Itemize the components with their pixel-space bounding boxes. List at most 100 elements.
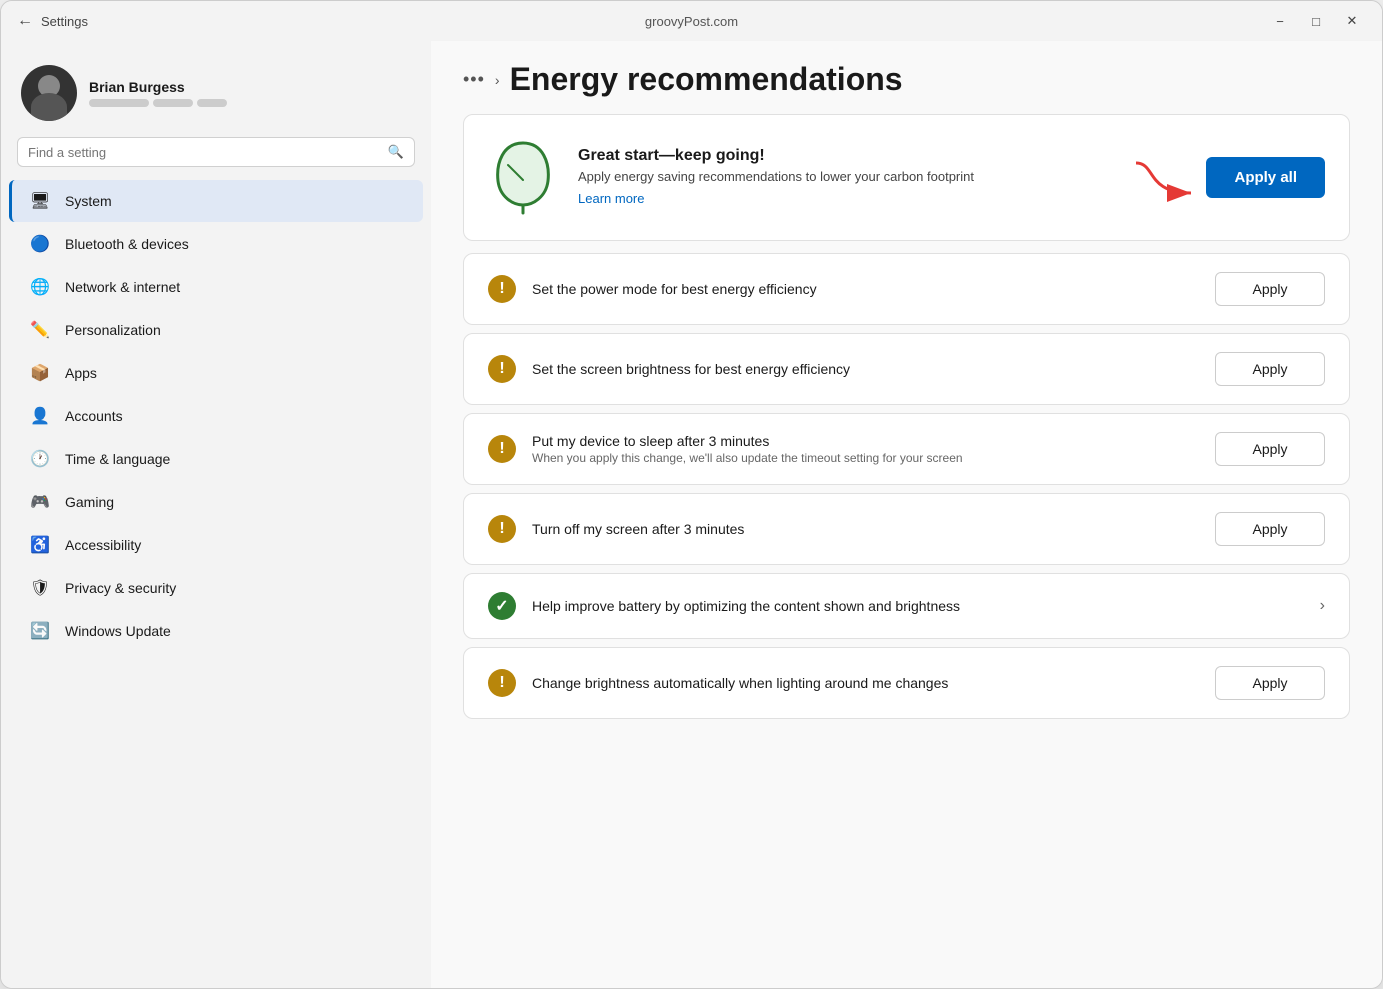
user-bar-3 xyxy=(197,99,227,107)
apply-all-container: Apply all xyxy=(1126,153,1325,203)
sidebar-item-accessibility-label: Accessibility xyxy=(65,537,141,553)
sidebar-item-personalization[interactable]: ✏️ Personalization xyxy=(9,309,423,351)
page-title: Energy recommendations xyxy=(510,61,903,98)
sidebar-item-network-label: Network & internet xyxy=(65,279,180,295)
rec-title-auto-brightness: Change brightness automatically when lig… xyxy=(532,675,1199,691)
rec-subtitle-sleep: When you apply this change, we'll also u… xyxy=(532,451,1199,465)
personalization-icon: ✏️ xyxy=(29,319,51,341)
rec-text-sleep: Put my device to sleep after 3 minutes W… xyxy=(532,433,1199,465)
user-name: Brian Burgess xyxy=(89,79,227,95)
network-icon: 🌐 xyxy=(29,276,51,298)
apply-button-screen-brightness[interactable]: Apply xyxy=(1215,352,1325,386)
energy-summary-card: Great start—keep going! Apply energy sav… xyxy=(463,114,1350,241)
minimize-button[interactable]: − xyxy=(1266,7,1294,35)
nav-list: 🖥 System 🔵 Bluetooth & devices 🌐 Network… xyxy=(1,179,431,653)
time-icon: 🕐 xyxy=(29,448,51,470)
sidebar-item-gaming[interactable]: 🎮 Gaming xyxy=(9,481,423,523)
warning-icon-screen-off: ! xyxy=(488,515,516,543)
search-icon: 🔍 xyxy=(388,144,404,160)
close-button[interactable]: ✕ xyxy=(1338,7,1366,35)
window-controls: − □ ✕ xyxy=(1266,7,1366,35)
avatar xyxy=(21,65,77,121)
warning-icon-auto-brightness: ! xyxy=(488,669,516,697)
breadcrumb-arrow: › xyxy=(495,72,500,88)
rec-row-sleep: ! Put my device to sleep after 3 minutes… xyxy=(463,413,1350,485)
bluetooth-icon: 🔵 xyxy=(29,233,51,255)
sidebar-item-time-label: Time & language xyxy=(65,451,170,467)
rec-row-screen-off: ! Turn off my screen after 3 minutes App… xyxy=(463,493,1350,565)
chevron-right-icon: › xyxy=(1320,597,1325,615)
rec-text-screen-off: Turn off my screen after 3 minutes xyxy=(532,521,1199,537)
rec-text-screen-brightness: Set the screen brightness for best energ… xyxy=(532,361,1199,377)
apply-button-sleep[interactable]: Apply xyxy=(1215,432,1325,466)
update-icon: 🔄 xyxy=(29,620,51,642)
sidebar-item-bluetooth[interactable]: 🔵 Bluetooth & devices xyxy=(9,223,423,265)
rec-row-auto-brightness: ! Change brightness automatically when l… xyxy=(463,647,1350,719)
maximize-button[interactable]: □ xyxy=(1302,7,1330,35)
rec-title-screen-brightness: Set the screen brightness for best energ… xyxy=(532,361,1199,377)
breadcrumb-dots: ••• xyxy=(463,69,485,90)
apply-button-power-mode[interactable]: Apply xyxy=(1215,272,1325,306)
rec-row-battery-optimize[interactable]: ✓ Help improve battery by optimizing the… xyxy=(463,573,1350,639)
sidebar-item-system-label: System xyxy=(65,193,112,209)
rec-text-auto-brightness: Change brightness automatically when lig… xyxy=(532,675,1199,691)
user-info: Brian Burgess xyxy=(89,79,227,107)
energy-card-description: Apply energy saving recommendations to l… xyxy=(578,169,1106,184)
user-bar-2 xyxy=(153,99,193,107)
rec-row-power-mode: ! Set the power mode for best energy eff… xyxy=(463,253,1350,325)
user-bar-1 xyxy=(89,99,149,107)
system-icon: 🖥 xyxy=(29,190,51,212)
search-input[interactable] xyxy=(28,145,380,160)
main-content: ••• › Energy recommendations xyxy=(431,41,1382,988)
sidebar-item-gaming-label: Gaming xyxy=(65,494,114,510)
sidebar-item-accounts-label: Accounts xyxy=(65,408,123,424)
sidebar-item-bluetooth-label: Bluetooth & devices xyxy=(65,236,189,252)
rec-title-battery-optimize: Help improve battery by optimizing the c… xyxy=(532,598,1304,614)
content-area: Brian Burgess 🔍 🖥 System xyxy=(1,41,1382,988)
energy-card-content: Great start—keep going! Apply energy sav… xyxy=(578,147,1106,208)
sidebar-item-update-label: Windows Update xyxy=(65,623,171,639)
privacy-icon: 🛡 xyxy=(29,577,51,599)
apply-button-screen-off[interactable]: Apply xyxy=(1215,512,1325,546)
window-title: groovyPost.com xyxy=(645,14,738,29)
rec-text-power-mode: Set the power mode for best energy effic… xyxy=(532,281,1199,297)
settings-window: ← Settings groovyPost.com − □ ✕ Brian Bu… xyxy=(0,0,1383,989)
back-button[interactable]: ← xyxy=(17,12,33,30)
sidebar-item-accounts[interactable]: 👤 Accounts xyxy=(9,395,423,437)
red-arrow-icon xyxy=(1126,153,1206,203)
main-scroll: Great start—keep going! Apply energy sav… xyxy=(431,114,1382,988)
sidebar-item-privacy[interactable]: 🛡 Privacy & security xyxy=(9,567,423,609)
apply-button-auto-brightness[interactable]: Apply xyxy=(1215,666,1325,700)
sidebar-item-system[interactable]: 🖥 System xyxy=(9,180,423,222)
main-header: ••• › Energy recommendations xyxy=(431,41,1382,114)
search-box[interactable]: 🔍 xyxy=(17,137,415,167)
warning-icon-sleep: ! xyxy=(488,435,516,463)
apps-icon: 📦 xyxy=(29,362,51,384)
user-profile: Brian Burgess xyxy=(1,57,431,137)
user-bars xyxy=(89,99,227,107)
rec-title-screen-off: Turn off my screen after 3 minutes xyxy=(532,521,1199,537)
rec-row-screen-brightness: ! Set the screen brightness for best ene… xyxy=(463,333,1350,405)
success-icon-battery-optimize: ✓ xyxy=(488,592,516,620)
sidebar-item-privacy-label: Privacy & security xyxy=(65,580,176,596)
sidebar-item-apps-label: Apps xyxy=(65,365,97,381)
accounts-icon: 👤 xyxy=(29,405,51,427)
rec-title-sleep: Put my device to sleep after 3 minutes xyxy=(532,433,1199,449)
rec-text-battery-optimize: Help improve battery by optimizing the c… xyxy=(532,598,1304,614)
rec-title-power-mode: Set the power mode for best energy effic… xyxy=(532,281,1199,297)
energy-card-title: Great start—keep going! xyxy=(578,147,1106,165)
sidebar: Brian Burgess 🔍 🖥 System xyxy=(1,41,431,988)
warning-icon-power-mode: ! xyxy=(488,275,516,303)
learn-more-link[interactable]: Learn more xyxy=(578,191,644,206)
app-name: Settings xyxy=(41,14,88,29)
sidebar-item-accessibility[interactable]: ♿ Accessibility xyxy=(9,524,423,566)
sidebar-item-update[interactable]: 🔄 Windows Update xyxy=(9,610,423,652)
sidebar-item-network[interactable]: 🌐 Network & internet xyxy=(9,266,423,308)
titlebar: ← Settings groovyPost.com − □ ✕ xyxy=(1,1,1382,41)
leaf-icon xyxy=(488,135,558,220)
sidebar-item-apps[interactable]: 📦 Apps xyxy=(9,352,423,394)
sidebar-item-personalization-label: Personalization xyxy=(65,322,161,338)
apply-all-button[interactable]: Apply all xyxy=(1206,157,1325,198)
sidebar-item-time[interactable]: 🕐 Time & language xyxy=(9,438,423,480)
accessibility-icon: ♿ xyxy=(29,534,51,556)
